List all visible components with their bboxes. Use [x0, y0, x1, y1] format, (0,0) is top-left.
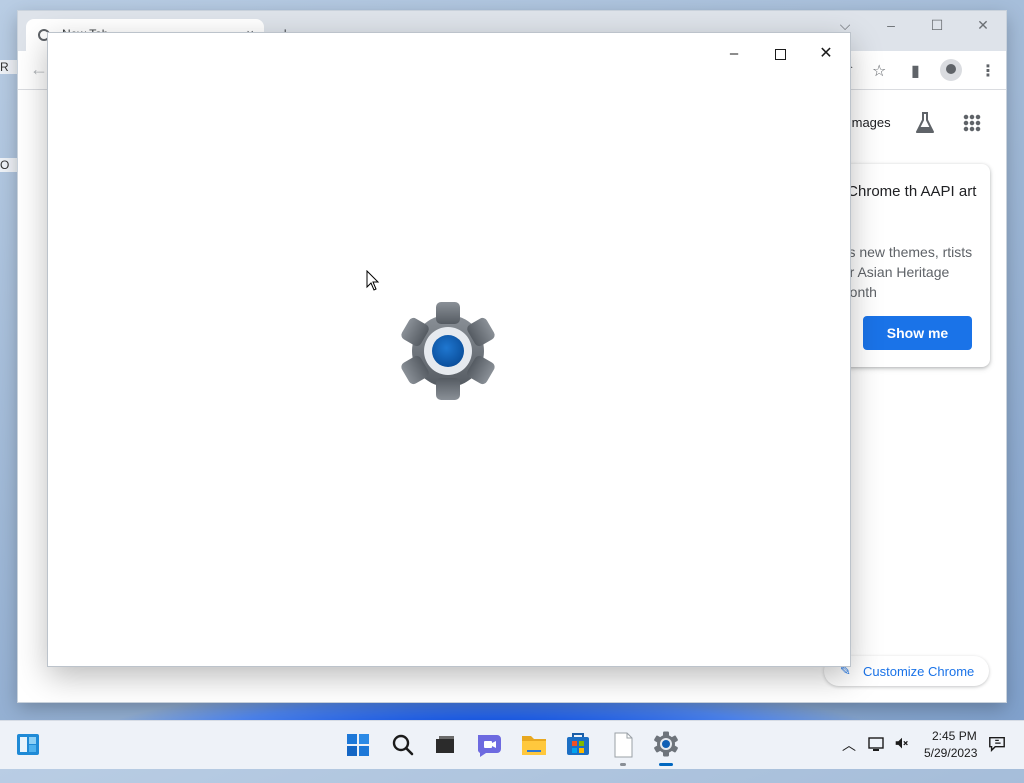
chrome-maximize-icon[interactable]: ☐: [922, 17, 952, 34]
widgets-icon: [17, 734, 39, 755]
notification-center-icon[interactable]: [988, 735, 1006, 783]
mouse-cursor-icon: [366, 270, 380, 291]
promo-title: r Chrome th AAPI art: [838, 183, 977, 200]
chrome-minimize-icon[interactable]: –: [876, 17, 906, 33]
menu-kebab-icon[interactable]: ⋮: [980, 61, 996, 81]
tab-search-icon[interactable]: ⌵: [830, 17, 860, 34]
desktop-icon-fragment[interactable]: O: [0, 158, 18, 172]
folder-icon: [522, 736, 546, 755]
close-button[interactable]: ✕: [803, 39, 849, 69]
settings-gear-icon: [401, 302, 495, 400]
clock-time[interactable]: 2:45 PM: [932, 729, 977, 743]
volume-muted-icon[interactable]: [893, 735, 911, 783]
customize-chrome-label: Customize Chrome: [863, 664, 975, 679]
promo-body: e's new themes, rtists for Asian Heritag…: [838, 244, 973, 300]
teams-chat-icon: [477, 735, 501, 757]
widgets-button[interactable]: [8, 721, 48, 769]
settings-taskbar-button[interactable]: [646, 721, 686, 769]
microsoft-store-button[interactable]: [558, 721, 598, 769]
maximize-icon: [774, 48, 786, 60]
images-link[interactable]: Images: [848, 115, 891, 130]
back-arrow-icon[interactable]: ←: [30, 59, 48, 80]
file-explorer-button[interactable]: [514, 721, 554, 769]
network-icon[interactable]: [867, 734, 887, 782]
task-view-icon: [436, 736, 454, 753]
maximize-button[interactable]: [757, 39, 803, 69]
search-icon: [392, 734, 414, 756]
settings-window: – ✕: [48, 33, 850, 666]
search-button[interactable]: [382, 721, 422, 769]
document-icon: [614, 732, 633, 758]
teams-chat-button[interactable]: [469, 721, 509, 769]
labs-flask-icon[interactable]: [914, 111, 936, 135]
windows-start-icon: [347, 734, 369, 756]
notepad-button[interactable]: [603, 721, 643, 769]
minimize-button[interactable]: –: [711, 39, 757, 69]
show-me-button[interactable]: Show me: [863, 316, 972, 350]
start-button[interactable]: [338, 721, 378, 769]
task-view-button[interactable]: [425, 721, 465, 769]
side-panel-icon[interactable]: ▮: [911, 61, 920, 81]
show-hidden-icons-chevron-icon[interactable]: ︿: [842, 735, 856, 783]
desktop-icon-fragment[interactable]: R: [0, 60, 18, 74]
chrome-close-icon[interactable]: ✕: [968, 17, 998, 34]
google-apps-icon[interactable]: [963, 114, 981, 132]
profile-icon[interactable]: [940, 59, 962, 81]
bookmark-star-icon[interactable]: ☆: [872, 61, 886, 81]
store-icon: [567, 733, 589, 755]
clock-date[interactable]: 5/29/2023: [924, 746, 977, 760]
taskbar: ︿ 2:45 PM 5/29/2023: [0, 720, 1024, 769]
settings-gear-taskbar-icon: [654, 731, 678, 757]
